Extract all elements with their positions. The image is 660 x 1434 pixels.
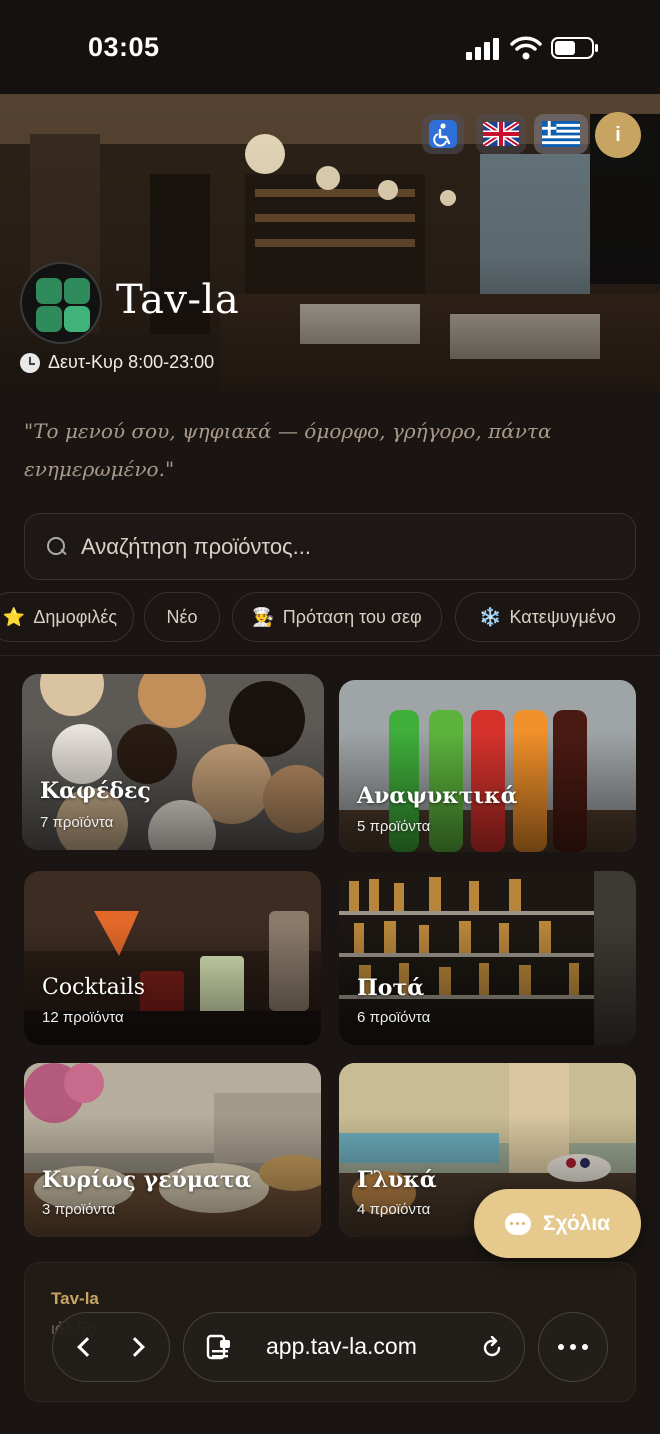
chef-icon: 👨‍🍳 — [252, 606, 275, 627]
category-title: Καφέδες — [40, 778, 151, 804]
reload-icon[interactable] — [480, 1336, 504, 1360]
filter-chip-label: Πρόταση του σεφ — [282, 606, 422, 627]
category-count: 4 προϊόντα — [357, 1201, 431, 1218]
category-card-main-courses[interactable]: Κυρίως γεύματα 3 προϊόντα — [24, 1063, 321, 1237]
accessibility-button[interactable] — [422, 114, 464, 154]
chevron-left-icon — [77, 1337, 97, 1357]
filter-chip-label: Νέο — [166, 606, 198, 627]
accessibility-icon — [429, 120, 457, 148]
category-card-soft-drinks[interactable]: Αναψυκτικά 5 προϊόντα — [339, 680, 636, 852]
filter-chip-label: Δημοφιλές — [33, 606, 118, 627]
category-card-spirits[interactable]: Ποτά 6 προϊόντα — [339, 871, 636, 1045]
search-box[interactable] — [24, 513, 636, 580]
reader-mode-icon — [206, 1334, 230, 1360]
more-dot-icon — [570, 1344, 576, 1350]
opening-hours: Δευτ-Κυρ 8:00-23:00 — [20, 352, 214, 373]
tagline: "Το μενού σου, ψηφιακά — όμορφο, γρήγορο… — [24, 419, 552, 481]
info-icon: i — [615, 123, 621, 146]
more-dot-icon — [582, 1344, 588, 1350]
clock-icon — [20, 352, 40, 373]
more-dot-icon — [558, 1344, 564, 1350]
brand-logo — [20, 262, 102, 344]
category-card-cocktails[interactable]: Cocktails 12 προϊόντα — [24, 871, 321, 1045]
category-card-coffee[interactable]: Καφέδες 7 προϊόντα — [22, 674, 324, 850]
cellular-signal-icon — [466, 38, 499, 60]
filter-chips: ⭐ Δημοφιλές Νέο 👨‍🍳 Πρόταση του σεφ ❄️ Κ… — [0, 592, 660, 642]
category-count: 3 προϊόντα — [42, 1201, 116, 1218]
greek-flag-icon — [542, 121, 580, 147]
opening-hours-text: Δευτ-Κυρ 8:00-23:00 — [48, 352, 215, 372]
footer-business-name: Tav-la — [51, 1289, 99, 1308]
category-title: Αναψυκτικά — [357, 783, 518, 809]
info-button[interactable]: i — [595, 112, 641, 158]
category-count: 12 προϊόντα — [42, 1009, 124, 1026]
language-english-button[interactable] — [476, 114, 526, 154]
filter-chip-popular[interactable]: ⭐ Δημοφιλές — [0, 592, 134, 642]
filter-chip-frozen[interactable]: ❄️ Κατεψυγμένο — [455, 592, 640, 642]
url-text: app.tav-la.com — [266, 1333, 417, 1359]
star-icon: ⭐ — [2, 606, 26, 627]
back-button[interactable] — [70, 1330, 104, 1364]
browser-nav-group — [52, 1312, 170, 1382]
filter-chip-new[interactable]: Νέο — [144, 592, 220, 642]
category-count: 7 προϊόντα — [40, 814, 114, 831]
feedback-button[interactable]: Σχόλια — [474, 1189, 641, 1258]
filter-chip-label: Κατεψυγμένο — [509, 606, 616, 627]
status-bar: 03:05 — [0, 0, 660, 94]
chevron-right-icon — [125, 1337, 145, 1357]
battery-icon — [551, 37, 598, 59]
category-title: Ποτά — [357, 975, 425, 1001]
address-bar[interactable]: app.tav-la.com — [183, 1312, 525, 1382]
category-title: Cocktails — [42, 975, 146, 1000]
category-title: Κυρίως γεύματα — [42, 1167, 252, 1193]
category-title: Γλυκά — [357, 1167, 437, 1193]
search-icon — [47, 536, 67, 557]
filter-chip-chef-recommendation[interactable]: 👨‍🍳 Πρόταση του σεφ — [232, 592, 442, 642]
language-greek-button[interactable] — [534, 114, 588, 154]
status-time: 03:05 — [88, 32, 160, 62]
wifi-icon — [510, 36, 542, 60]
hero-banner: i Tav-la Δευτ-Κυρ 8:00-23:00 — [0, 94, 660, 392]
category-count: 5 προϊόντα — [357, 818, 431, 835]
feedback-label: Σχόλια — [542, 1211, 611, 1235]
brand-name: Tav-la — [116, 277, 240, 323]
snowflake-icon: ❄️ — [479, 606, 502, 627]
more-options-button[interactable] — [538, 1312, 608, 1382]
chat-bubble-icon — [504, 1212, 531, 1235]
section-divider — [0, 655, 660, 656]
forward-button[interactable] — [118, 1330, 152, 1364]
uk-flag-icon — [483, 122, 519, 146]
category-count: 6 προϊόντα — [357, 1009, 431, 1026]
search-input[interactable] — [81, 533, 635, 560]
